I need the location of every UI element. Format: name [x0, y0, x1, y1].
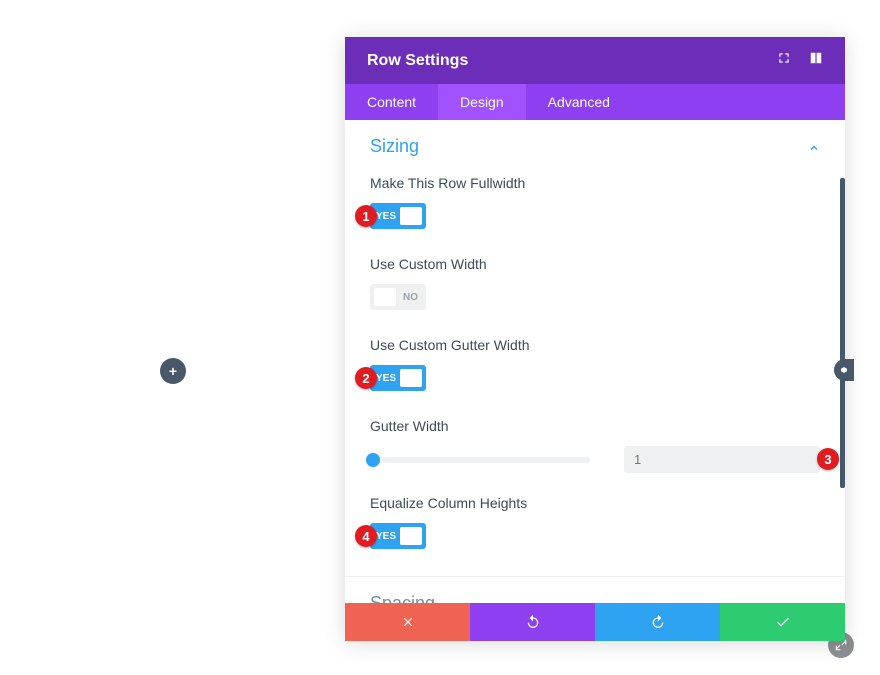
panel-body: Sizing Make This Row Fullwidth 1 YES — [345, 120, 845, 603]
toggle-thumb — [400, 527, 422, 545]
tab-design[interactable]: Design — [438, 84, 526, 120]
custom-gutter-label: Use Custom Gutter Width — [370, 337, 820, 353]
panel-title: Row Settings — [367, 52, 468, 70]
annotation-3: 3 — [817, 448, 839, 470]
gutter-width-slider[interactable] — [370, 457, 590, 463]
cancel-button[interactable] — [345, 603, 470, 641]
undo-button[interactable] — [470, 603, 595, 641]
field-gutter-width: Gutter Width 3 — [370, 418, 820, 473]
custom-width-label: Use Custom Width — [370, 256, 820, 272]
fullwidth-label: Make This Row Fullwidth — [370, 175, 820, 191]
field-fullwidth: Make This Row Fullwidth 1 YES — [370, 175, 820, 234]
add-section-button[interactable] — [160, 358, 186, 384]
section-spacing-title: Spacing — [370, 593, 435, 603]
chevron-up-icon — [808, 141, 820, 153]
slider-thumb[interactable] — [366, 453, 380, 467]
field-custom-gutter: Use Custom Gutter Width 2 YES — [370, 337, 820, 396]
row-settings-panel: Row Settings Content Design Advanced Siz… — [345, 37, 845, 641]
panel-resize-handle-right[interactable] — [834, 359, 854, 381]
toggle-thumb — [400, 369, 422, 387]
section-spacing: Spacing — [345, 577, 845, 603]
equalize-label: Equalize Column Heights — [370, 495, 820, 511]
save-button[interactable] — [720, 603, 845, 641]
snap-icon[interactable] — [809, 51, 823, 70]
expand-icon[interactable] — [777, 51, 791, 70]
section-sizing: Sizing Make This Row Fullwidth 1 YES — [345, 120, 845, 577]
panel-header: Row Settings — [345, 37, 845, 84]
gutter-width-input[interactable] — [624, 446, 820, 473]
redo-button[interactable] — [595, 603, 720, 641]
custom-width-toggle[interactable]: NO — [370, 284, 426, 310]
field-custom-width: Use Custom Width NO — [370, 256, 820, 315]
section-sizing-title: Sizing — [370, 136, 419, 157]
tab-advanced[interactable]: Advanced — [526, 84, 632, 120]
fullwidth-toggle[interactable]: YES — [370, 203, 426, 229]
equalize-toggle[interactable]: YES — [370, 523, 426, 549]
gutter-width-label: Gutter Width — [370, 418, 820, 434]
tabs-bar: Content Design Advanced — [345, 84, 845, 120]
custom-gutter-toggle[interactable]: YES — [370, 365, 426, 391]
footer-actions — [345, 603, 845, 641]
toggle-thumb — [374, 288, 396, 306]
section-spacing-header[interactable]: Spacing — [370, 593, 820, 603]
chevron-down-icon — [808, 598, 820, 604]
field-equalize: Equalize Column Heights 4 YES — [370, 495, 820, 554]
section-sizing-header[interactable]: Sizing — [370, 136, 820, 157]
toggle-thumb — [400, 207, 422, 225]
tab-content[interactable]: Content — [345, 84, 438, 120]
